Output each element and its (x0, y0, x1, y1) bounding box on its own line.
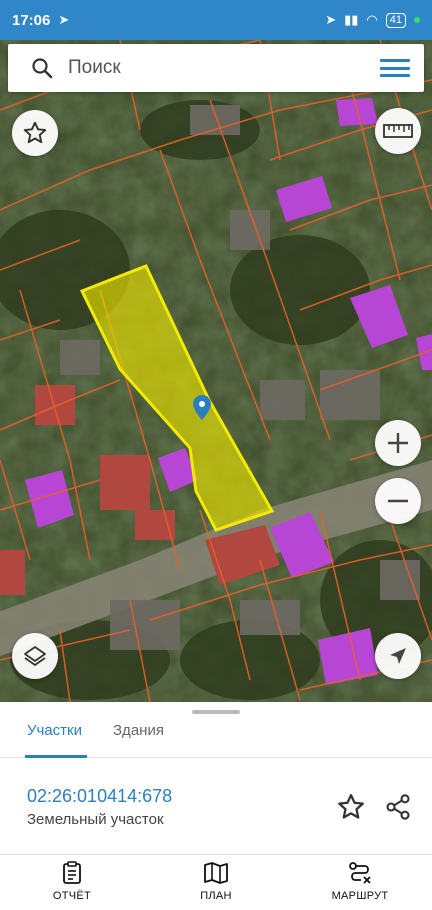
ruler-button[interactable] (375, 108, 421, 154)
active-tab-indicator (25, 755, 87, 758)
telegram-icon: ➤ (58, 12, 70, 27)
tab-parcels[interactable]: Участки (27, 722, 82, 739)
status-time: 17:06 (12, 11, 51, 29)
nav-report[interactable]: ОТЧЁТ (22, 861, 122, 902)
search-bar[interactable] (8, 44, 424, 92)
zoom-in-button[interactable] (375, 420, 421, 466)
status-bar: 17:06 ➤ ➤ ▮▮ ◠ 41 (0, 0, 432, 40)
minus-icon (388, 499, 408, 503)
search-input[interactable] (68, 57, 380, 79)
nav-route-label: МАРШРУТ (331, 890, 389, 902)
zoom-out-button[interactable] (375, 478, 421, 524)
favorite-star-icon[interactable] (336, 792, 366, 822)
report-icon (63, 861, 81, 884)
ruler-icon (383, 124, 413, 138)
route-icon (349, 862, 371, 884)
my-location-button[interactable] (375, 633, 421, 679)
satellite-map[interactable] (0, 40, 432, 702)
menu-icon[interactable] (380, 56, 410, 80)
nav-plan-label: ПЛАН (200, 890, 232, 902)
parcel-cadastral-number[interactable]: 02:26:010414:678 (27, 786, 172, 807)
sheet-tabs: Участки Здания (0, 718, 432, 758)
status-icons: ➤ ▮▮ ◠ 41 (325, 12, 420, 28)
navigation-arrow-icon (390, 648, 406, 664)
plus-icon (388, 433, 408, 453)
layers-button[interactable] (12, 633, 58, 679)
location-arrow-icon: ➤ (325, 12, 337, 27)
battery-indicator: 41 (385, 12, 406, 28)
layers-icon (24, 646, 46, 666)
search-icon[interactable] (30, 56, 54, 80)
wifi-icon: ◠ (366, 12, 378, 27)
nav-plan[interactable]: ПЛАН (166, 861, 266, 902)
nav-route[interactable]: МАРШРУТ (310, 861, 410, 902)
notification-dot (414, 17, 420, 23)
tab-buildings[interactable]: Здания (113, 722, 164, 739)
favorites-button[interactable] (12, 110, 58, 156)
star-outline-icon (23, 121, 47, 144)
sheet-drag-handle[interactable] (192, 710, 240, 714)
share-icon[interactable] (384, 792, 412, 822)
nav-report-label: ОТЧЁТ (52, 890, 92, 902)
signal-icon: ▮▮ (344, 12, 359, 27)
bottom-navigation: ОТЧЁТ ПЛАН МАРШРУТ (0, 854, 432, 910)
parcel-type: Земельный участок (27, 811, 164, 828)
map-plan-icon (204, 862, 228, 884)
